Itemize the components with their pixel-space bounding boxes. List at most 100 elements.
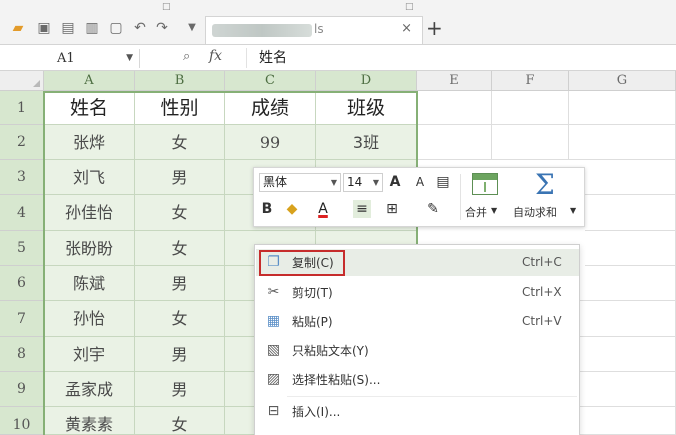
insert-function-button[interactable]: fx [209,48,222,64]
row-header[interactable]: 6 [0,266,44,301]
column-header-c[interactable]: C [225,71,316,91]
menu-item-insert[interactable]: ⊟ 插入(I)... [256,398,579,425]
cell-name[interactable]: 孙佳怡 [44,195,135,231]
cell-name[interactable]: 刘宇 [44,337,135,372]
save-icon[interactable]: ▣ [36,20,52,36]
empty-cell[interactable] [585,231,676,266]
cell-a1[interactable]: 姓名 [44,91,135,125]
cell-name[interactable]: 陈斌 [44,266,135,301]
column-header-b[interactable]: B [135,71,225,91]
document-tab-title-blurred [212,24,312,37]
empty-cell[interactable] [569,125,676,160]
column-header-g[interactable]: G [569,71,676,91]
folder-open-icon[interactable]: ▰ [10,20,26,36]
cell-gender[interactable]: 男 [135,372,225,407]
cell-name[interactable]: 张盼盼 [44,231,135,266]
wrap-text-icon[interactable]: ▤ [434,173,452,191]
font-name-select[interactable]: 黑体 ▼ [259,173,341,192]
name-box[interactable]: A1 ▼ [5,49,140,68]
row-header[interactable]: 9 [0,372,44,407]
context-menu: ❐ 复制(C) Ctrl+C ✂ 剪切(T) Ctrl+X ▦ 粘贴(P) Ct… [254,244,580,435]
print-icon[interactable]: ▥ [84,20,100,36]
dropdown-arrow-icon[interactable]: ▼ [184,20,200,36]
row-header[interactable]: 8 [0,337,44,372]
cell-gender[interactable]: 女 [135,125,225,160]
font-color-button[interactable]: A [315,200,331,218]
cell-gender[interactable]: 女 [135,195,225,231]
row-header[interactable]: 10 [0,407,44,435]
cell-gender[interactable]: 女 [135,231,225,266]
empty-cell[interactable] [492,125,569,160]
column-header-f[interactable]: F [492,71,569,91]
menu-item-paste-text[interactable]: ▧ 只粘贴文本(Y) [256,337,579,364]
cell-name[interactable]: 张烨 [44,125,135,160]
bold-button[interactable]: B [260,200,274,218]
empty-cell[interactable] [569,160,676,195]
menu-item-paste[interactable]: ▦ 粘贴(P) Ctrl+V [256,308,579,335]
column-header-a[interactable]: A [44,71,135,91]
row-header[interactable]: 2 [0,125,44,160]
empty-cell[interactable] [580,407,676,435]
row-header[interactable]: 5 [0,231,44,266]
empty-cell[interactable] [580,337,676,372]
menu-item-copy[interactable]: ❐ 复制(C) Ctrl+C [256,249,579,276]
document-tab[interactable]: ls × [205,16,423,44]
new-tab-button[interactable]: + [426,17,443,39]
empty-cell[interactable] [492,91,569,125]
export-icon[interactable]: ▢ [108,20,124,36]
empty-cell[interactable] [580,372,676,407]
cell-class[interactable]: 3班 [316,125,417,160]
row-header[interactable]: 4 [0,195,44,231]
column-header-d[interactable]: D [316,71,417,91]
empty-cell[interactable] [417,91,492,125]
chevron-down-icon[interactable]: ▼ [126,49,133,68]
cell-name[interactable]: 黄素素 [44,407,135,435]
chevron-down-icon[interactable]: ▼ [570,206,576,215]
cell-score[interactable]: 99 [225,125,316,160]
align-center-icon[interactable]: ≡ [353,200,371,218]
menu-item-paste-special[interactable]: ▨ 选择性粘贴(S)... [256,366,579,393]
grow-font-button[interactable]: A [387,173,403,191]
cell-name[interactable]: 刘飞 [44,160,135,195]
document-tab-title: ls [314,22,324,36]
undo-icon[interactable]: ↶ [132,20,148,36]
chevron-down-icon[interactable]: ▼ [331,174,337,191]
select-all-corner[interactable] [0,71,44,91]
cell-gender[interactable]: 男 [135,160,225,195]
border-icon[interactable]: ⊞ [383,200,401,218]
empty-cell[interactable] [569,91,676,125]
row-header[interactable]: 1 [0,91,44,125]
empty-cell[interactable] [585,195,676,231]
autosum-button-label[interactable]: 自动求和 [513,204,557,220]
cell-gender[interactable]: 男 [135,337,225,372]
cell-c1[interactable]: 成绩 [225,91,316,125]
empty-cell[interactable] [417,125,492,160]
formula-input[interactable]: 姓名 [246,48,666,68]
menu-item-cut[interactable]: ✂ 剪切(T) Ctrl+X [256,279,579,306]
chevron-down-icon[interactable]: ▼ [491,206,497,215]
row-header[interactable]: 7 [0,301,44,337]
cell-name[interactable]: 孟家成 [44,372,135,407]
column-header-e[interactable]: E [417,71,492,91]
cell-gender[interactable]: 女 [135,301,225,337]
format-painter-icon[interactable]: ✎ [425,200,441,218]
cell-b1[interactable]: 性别 [135,91,225,125]
autosum-icon[interactable]: Σ [535,168,555,201]
chevron-down-icon[interactable]: ▼ [373,174,379,191]
empty-cell[interactable] [580,266,676,301]
shrink-font-button[interactable]: A [412,173,428,191]
font-size-select[interactable]: 14 ▼ [343,173,383,192]
close-tab-icon[interactable]: × [401,21,412,36]
cell-gender[interactable]: 女 [135,407,225,435]
row-header[interactable]: 3 [0,160,44,195]
merge-cells-icon[interactable] [472,173,498,195]
zoom-search-icon[interactable]: ⌕ [183,49,190,64]
print-preview-icon[interactable]: ▤ [60,20,76,36]
cell-name[interactable]: 孙怡 [44,301,135,337]
cell-gender[interactable]: 男 [135,266,225,301]
fill-color-icon[interactable]: ◆ [282,200,302,218]
empty-cell[interactable] [580,301,676,337]
cell-d1[interactable]: 班级 [316,91,417,125]
redo-icon[interactable]: ↷ [154,20,170,36]
merge-button-label[interactable]: 合并 [465,204,487,220]
